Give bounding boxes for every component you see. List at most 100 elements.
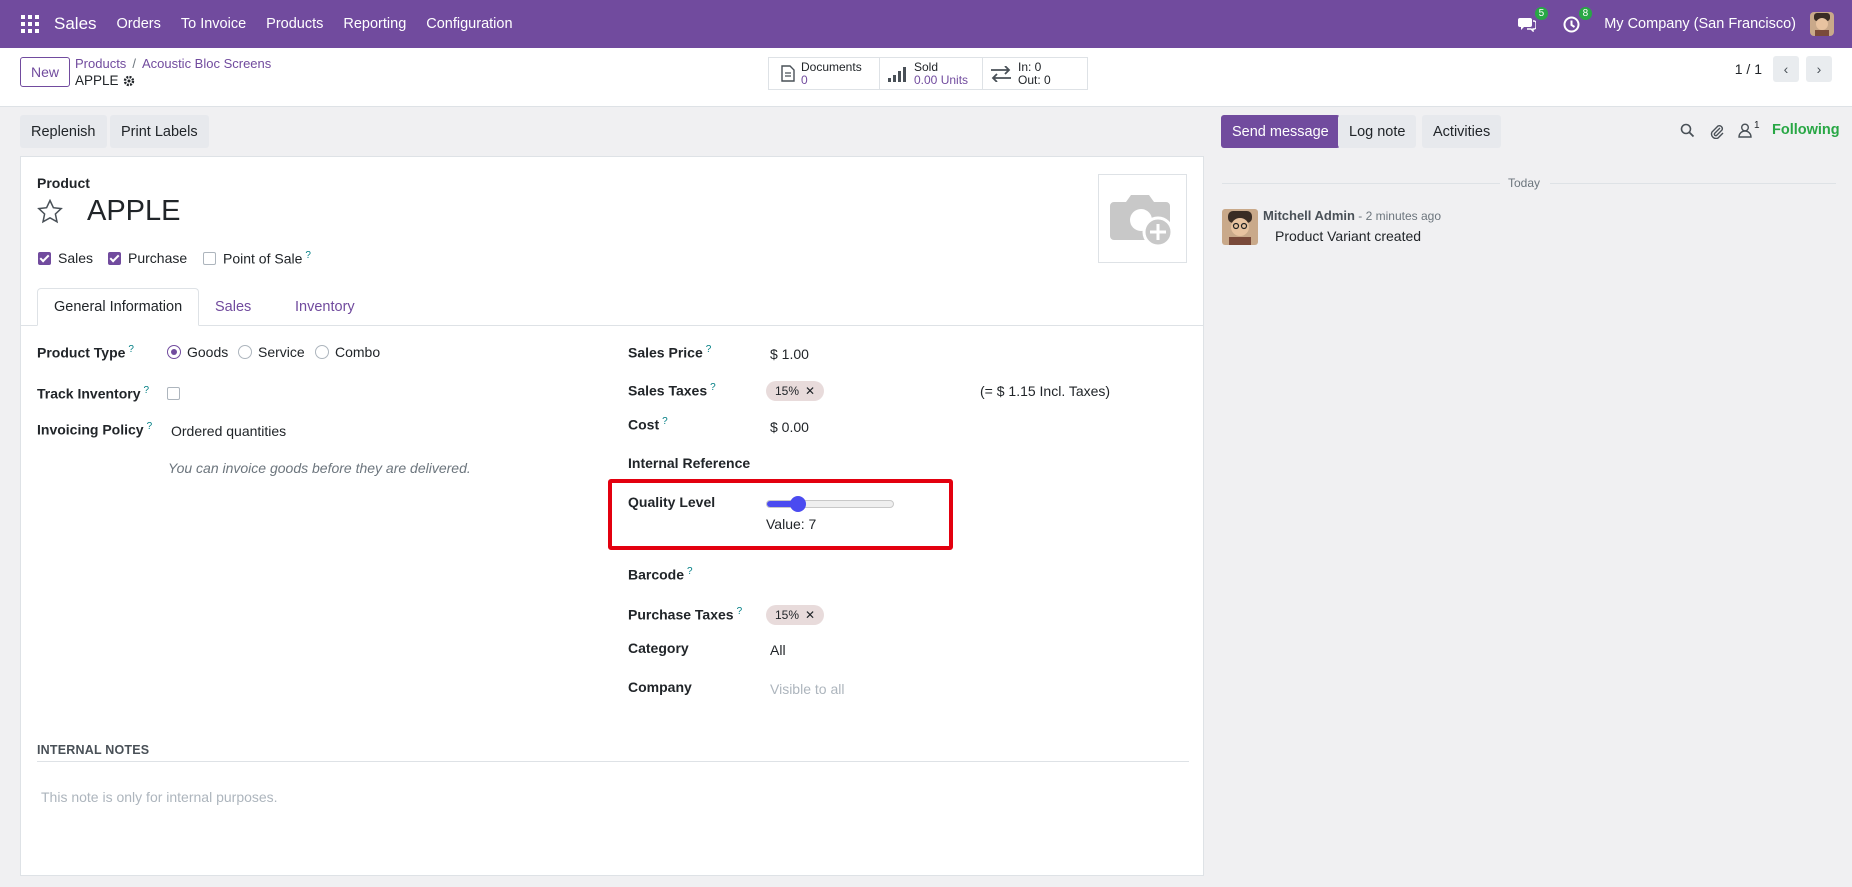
category-input[interactable]: All: [770, 642, 786, 658]
track-inventory-checkbox[interactable]: [167, 387, 180, 400]
replenish-button[interactable]: Replenish: [20, 115, 107, 148]
invoicing-policy-help-icon[interactable]: ?: [147, 421, 153, 432]
followers-button[interactable]: 1: [1738, 120, 1760, 138]
log-note-button[interactable]: Log note: [1338, 115, 1417, 148]
sales-price-help-icon[interactable]: ?: [706, 344, 712, 355]
date-separator: Today: [1508, 176, 1541, 190]
cost-input[interactable]: $ 0.00: [770, 419, 809, 435]
internal-reference-label: Internal Reference: [628, 455, 751, 471]
tab-sales[interactable]: Sales: [199, 288, 267, 326]
quality-level-value: Value: 7: [766, 516, 817, 532]
activities-badge: 8: [1578, 7, 1593, 20]
chevron-left-icon: ‹: [1783, 61, 1789, 77]
activities-button[interactable]: 8: [1560, 7, 1593, 35]
apps-menu-icon[interactable]: [21, 15, 39, 33]
product-form-sheet: Product APPLE Sales Purchase Point of Sa…: [20, 156, 1204, 876]
top-navbar: Sales Orders To Invoice Products Reporti…: [0, 0, 1852, 48]
company-input[interactable]: Visible to all: [770, 681, 844, 697]
date-divider-right: [1550, 183, 1836, 184]
company-label: Company: [628, 679, 692, 695]
purchase-checkbox-label: Purchase: [128, 250, 188, 266]
product-name[interactable]: APPLE: [87, 195, 181, 228]
invoicing-policy-label: Invoicing Policy?: [37, 421, 153, 438]
tag-remove-icon[interactable]: ✕: [805, 608, 815, 622]
app-name[interactable]: Sales: [54, 14, 97, 34]
product-type-goods-label: Goods: [187, 344, 229, 360]
messages-badge: 5: [1534, 7, 1549, 20]
activities-button-chatter[interactable]: Activities: [1422, 115, 1502, 148]
out-label: Out: 0: [1018, 72, 1051, 87]
pager-next-button[interactable]: ›: [1806, 56, 1832, 82]
purchase-taxes-help-icon[interactable]: ?: [737, 606, 743, 617]
menu-to-invoice[interactable]: To Invoice: [181, 16, 246, 32]
point-of-sale-checkbox[interactable]: [203, 252, 216, 265]
internal-notes-divider: [37, 761, 1189, 762]
tab-general-information[interactable]: General Information: [37, 288, 200, 326]
product-type-goods-radio[interactable]: [167, 345, 181, 359]
purchase-tax-tag-label: 15%: [775, 608, 800, 622]
sold-stat-button[interactable]: Sold 0.00 Units: [879, 57, 983, 90]
signal-bars-icon: [888, 66, 906, 82]
category-label: Category: [628, 640, 689, 656]
barcode-label: Barcode?: [628, 566, 693, 583]
followers-count: 1: [1754, 120, 1760, 131]
quality-level-slider-thumb[interactable]: [790, 496, 806, 512]
cost-help-icon[interactable]: ?: [662, 416, 668, 427]
purchase-taxes-label: Purchase Taxes?: [628, 606, 743, 623]
invoicing-policy-select[interactable]: Ordered quantities: [171, 423, 286, 439]
sales-taxes-label: Sales Taxes?: [628, 382, 716, 399]
menu-reporting[interactable]: Reporting: [343, 16, 406, 32]
internal-notes-input[interactable]: This note is only for internal purposes.: [41, 789, 278, 805]
menu-orders[interactable]: Orders: [117, 16, 161, 32]
sales-checkbox[interactable]: [38, 252, 51, 265]
documents-stat-button[interactable]: Documents 0: [768, 57, 880, 90]
message-author-name[interactable]: Mitchell Admin: [1263, 208, 1355, 223]
sales-checkbox-label: Sales: [58, 250, 94, 266]
tag-remove-icon[interactable]: ✕: [805, 384, 815, 398]
product-type-help-icon[interactable]: ?: [128, 344, 134, 355]
menu-configuration[interactable]: Configuration: [426, 16, 512, 32]
in-out-stat-button[interactable]: In: 0 Out: 0: [982, 57, 1088, 90]
barcode-help-icon[interactable]: ?: [687, 566, 693, 577]
record-name: APPLE: [75, 73, 119, 88]
send-message-button[interactable]: Send message: [1221, 115, 1340, 148]
product-image-upload[interactable]: [1098, 174, 1187, 263]
pager-previous-button[interactable]: ‹: [1773, 56, 1799, 82]
message-time: - 2 minutes ago: [1354, 209, 1442, 223]
sales-price-input[interactable]: $ 1.00: [770, 346, 809, 362]
tab-inventory[interactable]: Inventory: [279, 288, 371, 326]
product-type-service-radio[interactable]: [238, 345, 252, 359]
message-author: Mitchell Admin - 2 minutes ago: [1263, 208, 1441, 223]
gear-icon[interactable]: [123, 75, 135, 87]
pager-value[interactable]: 1 / 1: [1735, 61, 1762, 77]
menu-products[interactable]: Products: [266, 16, 323, 32]
internal-notes-title: INTERNAL NOTES: [37, 743, 150, 757]
purchase-checkbox[interactable]: [108, 252, 121, 265]
company-switcher[interactable]: My Company (San Francisco): [1604, 16, 1796, 32]
paperclip-icon[interactable]: [1709, 122, 1724, 139]
print-labels-button[interactable]: Print Labels: [110, 115, 209, 148]
pos-help-icon[interactable]: ?: [305, 250, 311, 261]
sales-tax-tag[interactable]: 15% ✕: [766, 381, 825, 401]
clock-icon: [1563, 16, 1580, 32]
search-icon[interactable]: [1680, 123, 1695, 138]
product-label: Product: [37, 175, 90, 191]
message-author-avatar[interactable]: [1222, 209, 1258, 245]
messaging-button[interactable]: 5: [1516, 7, 1549, 35]
quality-level-label: Quality Level: [628, 494, 716, 510]
sold-value: 0.00 Units: [914, 72, 969, 87]
sales-taxes-help-icon[interactable]: ?: [710, 382, 716, 393]
cost-label: Cost?: [628, 416, 668, 433]
purchase-tax-tag[interactable]: 15% ✕: [766, 605, 825, 625]
following-button[interactable]: Following: [1772, 122, 1840, 138]
date-divider-left: [1222, 183, 1500, 184]
document-icon: [781, 65, 795, 82]
star-icon[interactable]: [37, 199, 63, 224]
breadcrumb-acoustic-bloc-screens[interactable]: Acoustic Bloc Screens: [142, 56, 271, 71]
user-avatar[interactable]: [1810, 12, 1834, 36]
breadcrumb-products[interactable]: Products: [75, 56, 126, 71]
track-inventory-help-icon[interactable]: ?: [144, 385, 150, 396]
product-type-combo-radio[interactable]: [315, 345, 329, 359]
quality-level-slider[interactable]: [766, 500, 894, 508]
new-button[interactable]: New: [20, 57, 71, 87]
